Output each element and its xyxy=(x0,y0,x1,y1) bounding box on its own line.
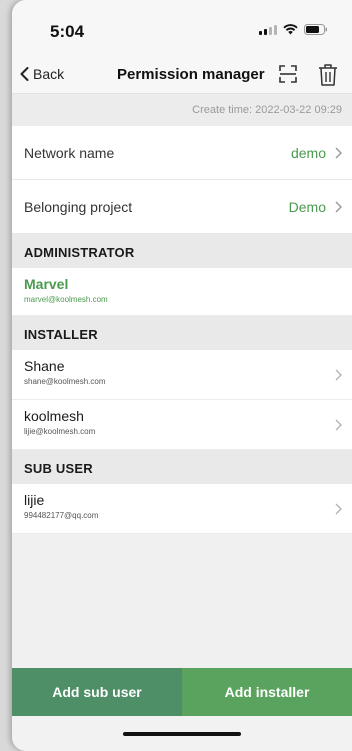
signal-icon xyxy=(259,24,277,35)
add-installer-button[interactable]: Add installer xyxy=(182,668,352,716)
status-bar: 5:04 xyxy=(12,0,352,58)
sub-user-header: SUB USER xyxy=(12,450,352,484)
create-time: Create time: 2022-03-22 09:29 xyxy=(12,94,352,126)
administrator-email: marvel@koolmesh.com xyxy=(24,295,108,304)
sub-user-name: lijie xyxy=(24,492,45,508)
chevron-right-icon xyxy=(335,200,342,213)
sub-user-row[interactable]: lijie 994482177@qq.com xyxy=(12,484,352,534)
installer-header: INSTALLER xyxy=(12,316,352,350)
network-name-row[interactable]: Network name demo xyxy=(12,126,352,180)
installer-row[interactable]: Shane shane@koolmesh.com xyxy=(12,350,352,400)
status-time: 5:04 xyxy=(50,22,85,41)
home-indicator-area xyxy=(12,716,352,751)
trash-icon[interactable] xyxy=(317,63,339,87)
status-icons xyxy=(259,24,328,35)
add-sub-user-button[interactable]: Add sub user xyxy=(12,668,182,716)
installer-email: lijie@koolmesh.com xyxy=(24,427,96,436)
chevron-right-icon xyxy=(335,419,342,430)
installer-name: Shane xyxy=(24,358,65,374)
administrator-header: ADMINISTRATOR xyxy=(12,234,352,268)
belonging-project-value: Demo xyxy=(288,198,326,215)
home-indicator[interactable] xyxy=(123,732,241,736)
belonging-project-row[interactable]: Belonging project Demo xyxy=(12,180,352,234)
network-name-label: Network name xyxy=(24,144,115,161)
installer-name: koolmesh xyxy=(24,408,84,424)
back-button[interactable]: Back xyxy=(20,66,64,82)
wifi-icon xyxy=(283,24,298,35)
sub-user-email: 994482177@qq.com xyxy=(24,511,99,520)
back-label: Back xyxy=(33,66,65,82)
installer-email: shane@koolmesh.com xyxy=(24,377,106,386)
chevron-right-icon xyxy=(335,503,342,514)
chevron-right-icon xyxy=(335,146,342,159)
network-name-value: demo xyxy=(290,144,326,161)
chevron-right-icon xyxy=(335,369,342,380)
nav-bar: Back Permission manager xyxy=(12,58,352,94)
administrator-row: Marvel marvel@koolmesh.com xyxy=(12,268,352,316)
battery-icon xyxy=(304,24,327,35)
administrator-name: Marvel xyxy=(24,276,69,292)
installer-row[interactable]: koolmesh lijie@koolmesh.com xyxy=(12,400,352,450)
chevron-left-icon xyxy=(20,67,29,81)
phone-screen: 5:04 Back Permission manager Create time… xyxy=(12,0,352,751)
page-title: Permission manager xyxy=(117,66,265,83)
action-bar: Add sub user Add installer xyxy=(12,668,352,716)
scan-icon[interactable] xyxy=(277,63,299,85)
belonging-project-label: Belonging project xyxy=(24,198,133,215)
